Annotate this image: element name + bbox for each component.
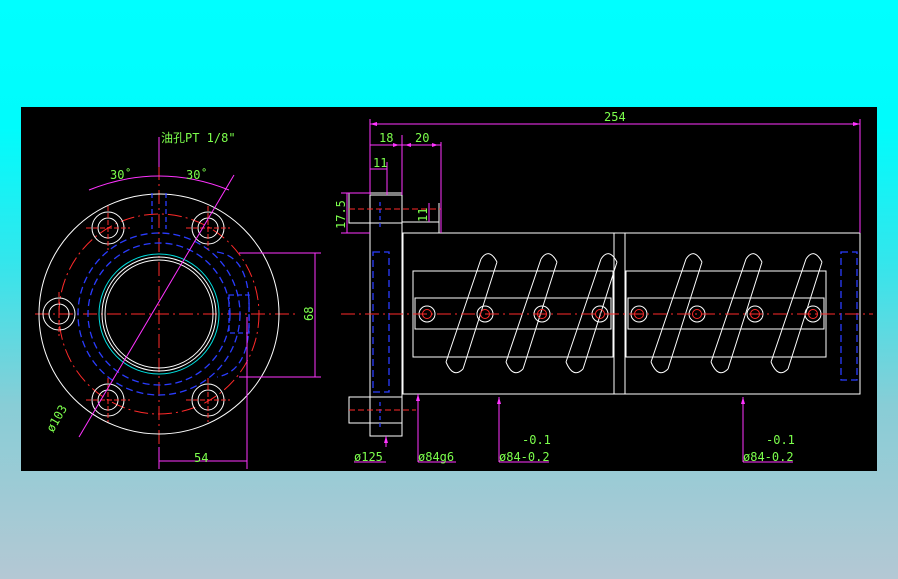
return-tubes xyxy=(445,253,823,374)
flange-top-lug xyxy=(348,192,403,224)
bolt-hole-top-left xyxy=(86,206,130,250)
nut-hidden-end xyxy=(840,251,858,381)
dimension-arrows xyxy=(370,122,860,443)
dim-17-5-label: 17.5 xyxy=(334,200,348,229)
dia-84-1-label: ø84-0.2 xyxy=(499,450,550,464)
tol-upper-2-label: -0.1 xyxy=(766,433,795,447)
angle-left-label: 30˚ xyxy=(110,167,132,182)
dia-84g6-label: ø84g6 xyxy=(418,450,454,464)
flange-hidden-bore xyxy=(372,251,390,393)
oil-hole-label: 油孔PT 1/8" xyxy=(161,131,236,145)
dim-20-label: 20 xyxy=(415,131,429,145)
cad-drawing: 油孔PT 1/8" 30˚ 30˚ ø103 54 68 254 18 20 1… xyxy=(35,110,873,469)
side-view: 254 18 20 11 17.5 11 ø125 ø84g6 -0.1 ø84… xyxy=(334,110,873,464)
flange-side xyxy=(369,194,403,437)
dim-54-label: 54 xyxy=(194,451,208,465)
angle-right-label: 30˚ xyxy=(186,167,208,182)
front-view: 油孔PT 1/8" 30˚ 30˚ ø103 54 68 xyxy=(35,131,321,469)
dia-84-2-label: ø84-0.2 xyxy=(743,450,794,464)
dia-125-label: ø125 xyxy=(354,450,383,464)
dim-11-top-label: 11 xyxy=(373,156,387,170)
cad-drawing-canvas: 油孔PT 1/8" 30˚ 30˚ ø103 54 68 254 18 20 1… xyxy=(21,107,877,471)
dim-68-label: 68 xyxy=(302,307,316,321)
bolt-hole-bottom-left xyxy=(86,378,130,422)
dim-18-label: 18 xyxy=(379,131,393,145)
dim-11-side-label: 11 xyxy=(416,208,430,222)
dim-254-label: 254 xyxy=(604,110,626,124)
tol-upper-1-label: -0.1 xyxy=(522,433,551,447)
dia-103-label: ø103 xyxy=(43,402,70,434)
